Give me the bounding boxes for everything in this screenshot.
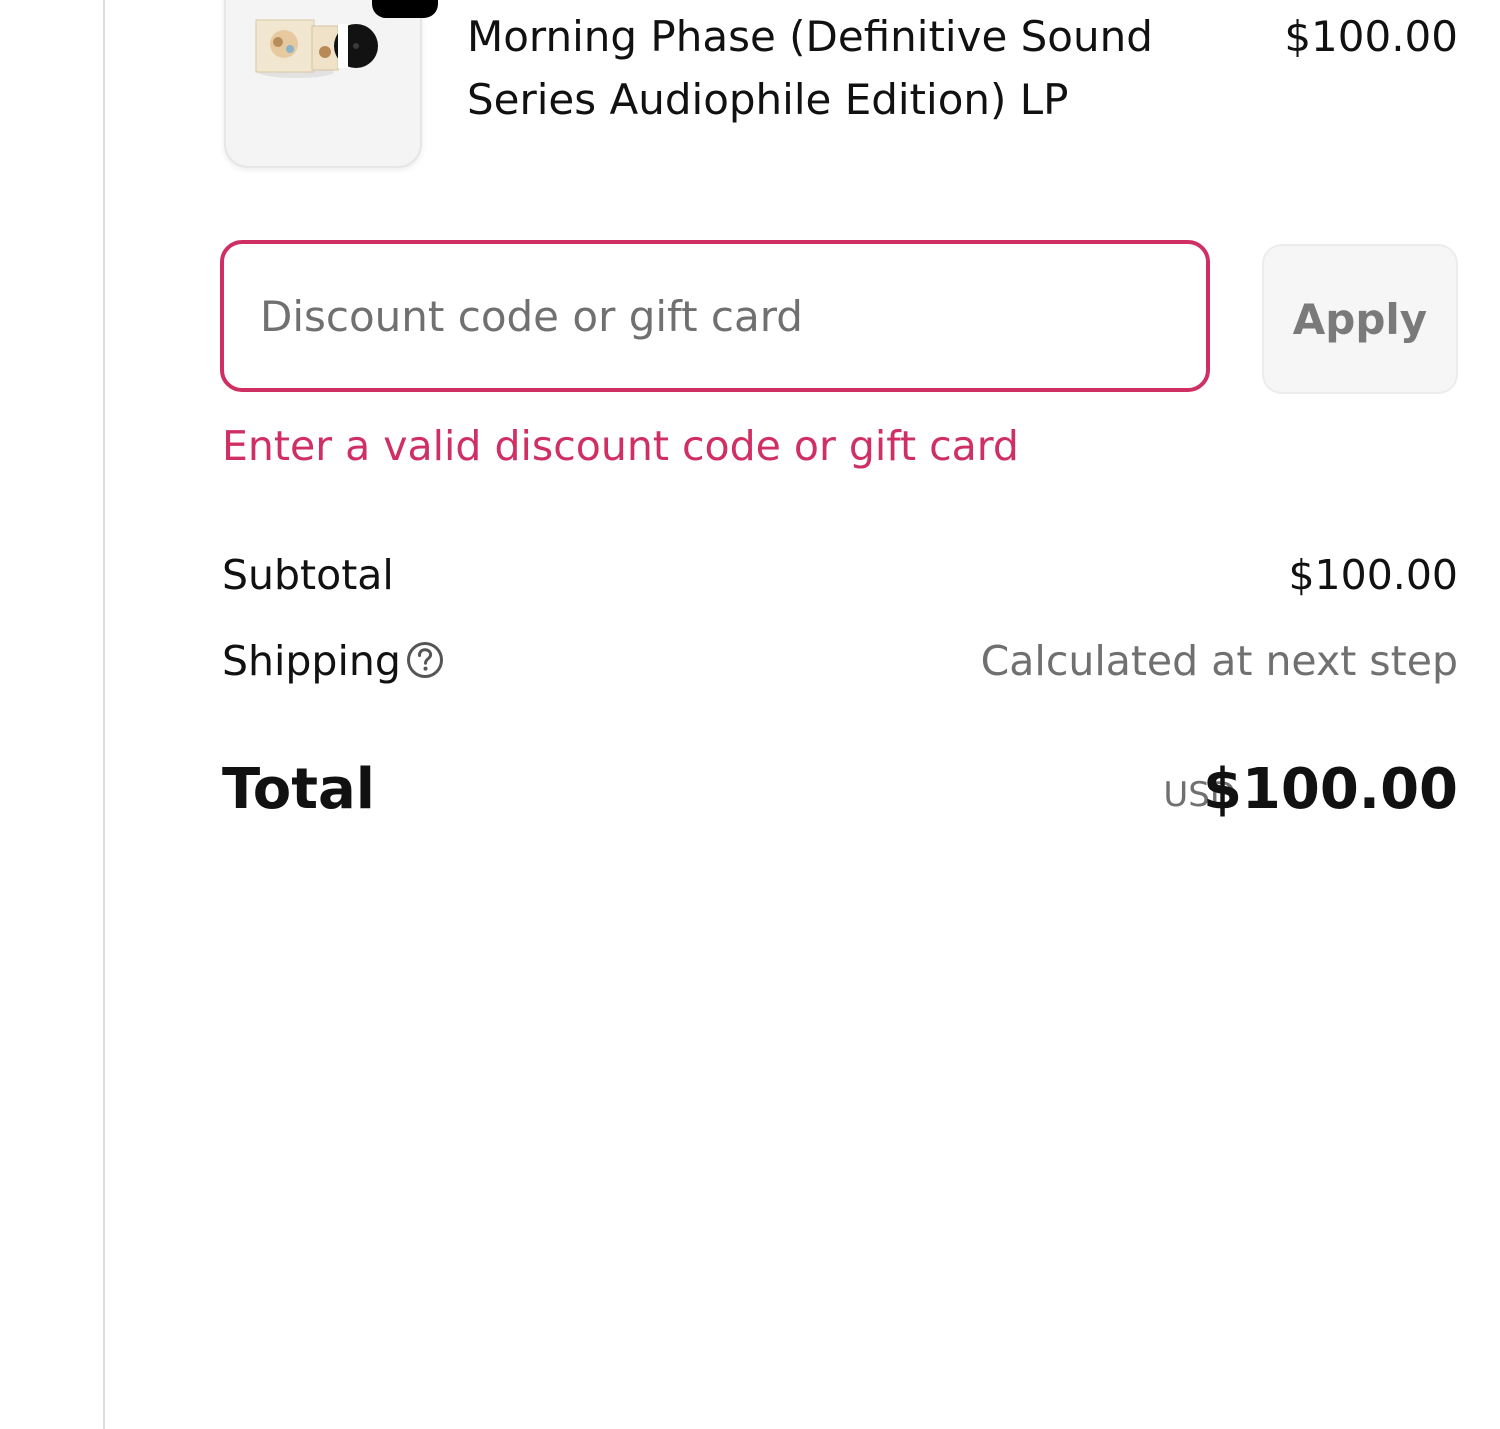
order-summary: Morning Phase (Definitive Sound Series A… <box>220 0 1458 822</box>
question-circle-icon[interactable] <box>406 641 444 679</box>
subtotal-label: Subtotal <box>222 551 394 599</box>
total-value: $100.00 <box>1202 757 1458 822</box>
checkout-page: Morning Phase (Definitive Sound Series A… <box>0 0 1500 1429</box>
total-label: Total <box>222 757 375 822</box>
discount-code-input[interactable] <box>220 240 1210 392</box>
subtotal-value: $100.00 <box>1288 551 1458 599</box>
apply-discount-button[interactable]: Apply <box>1262 244 1458 394</box>
product-line-item: Morning Phase (Definitive Sound Series A… <box>222 0 1458 170</box>
product-name: Morning Phase (Definitive Sound Series A… <box>467 12 1153 124</box>
discount-form: Apply <box>220 240 1458 400</box>
discount-error-message: Enter a valid discount code or gift card <box>222 422 1019 470</box>
total-row: Total USD $100.00 <box>222 750 1458 830</box>
vinyl-album-icon <box>255 19 378 78</box>
shipping-value: Calculated at next step <box>980 637 1458 685</box>
column-divider <box>103 0 105 1429</box>
product-price: $100.00 <box>1284 12 1458 61</box>
shipping-label: Shipping <box>222 637 401 685</box>
product-thumbnail <box>224 0 422 168</box>
quantity-badge <box>372 0 438 18</box>
subtotal-row: Subtotal $100.00 <box>222 545 1458 605</box>
shipping-row: Shipping Calculated at next step <box>222 631 1458 691</box>
